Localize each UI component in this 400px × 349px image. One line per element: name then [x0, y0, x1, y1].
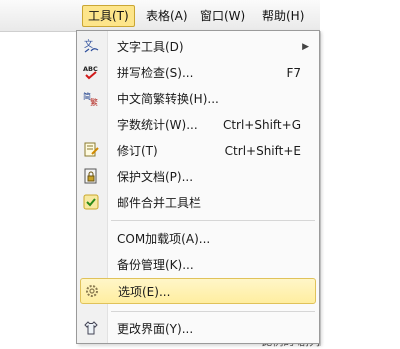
menu-item-label: 邮件合并工具栏 [117, 196, 202, 210]
menu-bar: 工具(T) 表格(A) 窗口(W) 帮助(H) [0, 0, 320, 32]
checkbox-checked-icon [83, 194, 99, 210]
menu-item-com-addins[interactable]: COM加载项(A)... [77, 226, 319, 250]
menu-item-text-tools[interactable]: 文 文字工具(D) ▶ [77, 34, 319, 58]
menu-item-label: 更改界面(Y)... [117, 322, 194, 336]
menu-item-protect-document[interactable]: 保护文档(P)... [77, 164, 319, 188]
menu-item-shortcut: Ctrl+Shift+E [224, 144, 301, 158]
menu-item-backup-manager[interactable]: 备份管理(K)... [77, 252, 319, 276]
menu-item-label: 修订(T) [117, 144, 158, 158]
menu-table[interactable]: 表格(A) [146, 6, 188, 26]
menu-item-chinese-convert[interactable]: 简 繁 中文简繁转换(H)... [77, 86, 319, 110]
shirt-icon [83, 320, 99, 336]
menu-item-label: 备份管理(K)... [117, 258, 194, 272]
menu-item-label: 中文简繁转换(H)... [117, 92, 219, 106]
menu-separator [111, 220, 315, 221]
menu-separator [111, 311, 315, 312]
menu-item-shortcut: Ctrl+Shift+G [222, 118, 301, 132]
gear-icon [84, 283, 100, 299]
chinese-convert-icon: 简 繁 [83, 90, 99, 106]
menu-item-mail-merge-toolbar[interactable]: 邮件合并工具栏 [77, 190, 319, 214]
svg-text:文: 文 [84, 38, 93, 50]
track-changes-icon [83, 142, 99, 158]
menu-item-shortcut: F7 [286, 66, 301, 80]
menu-item-spell-check[interactable]: ABC 拼写检查(S)... F7 [77, 60, 319, 84]
menu-item-label: 字数统计(W)... [117, 118, 198, 132]
menu-window[interactable]: 窗口(W) [200, 6, 245, 26]
menu-item-word-count[interactable]: 字数统计(W)... Ctrl+Shift+G [77, 112, 319, 136]
menu-help[interactable]: 帮助(H) [262, 6, 304, 26]
text-tool-icon: 文 [83, 38, 99, 54]
menu-item-change-interface[interactable]: 更改界面(Y)... [77, 316, 319, 340]
protect-document-icon [83, 168, 99, 184]
spell-check-icon: ABC [83, 64, 99, 80]
menu-item-label: 选项(E)... [118, 285, 171, 299]
menu-item-options[interactable]: 选项(E)... [80, 278, 316, 304]
menu-item-label: 文字工具(D) [117, 40, 184, 54]
tools-dropdown-menu: 文 文字工具(D) ▶ ABC 拼写检查(S)... F7 简 繁 中文简繁转换… [76, 30, 320, 344]
submenu-arrow-icon: ▶ [302, 42, 309, 52]
menu-item-label: 拼写检查(S)... [117, 66, 194, 80]
menu-item-track-changes[interactable]: 修订(T) Ctrl+Shift+E [77, 138, 319, 162]
menu-item-label: 保护文档(P)... [117, 170, 194, 184]
menu-tools[interactable]: 工具(T) [82, 5, 135, 27]
menu-item-label: COM加载项(A)... [117, 232, 211, 246]
svg-text:繁: 繁 [90, 97, 98, 106]
